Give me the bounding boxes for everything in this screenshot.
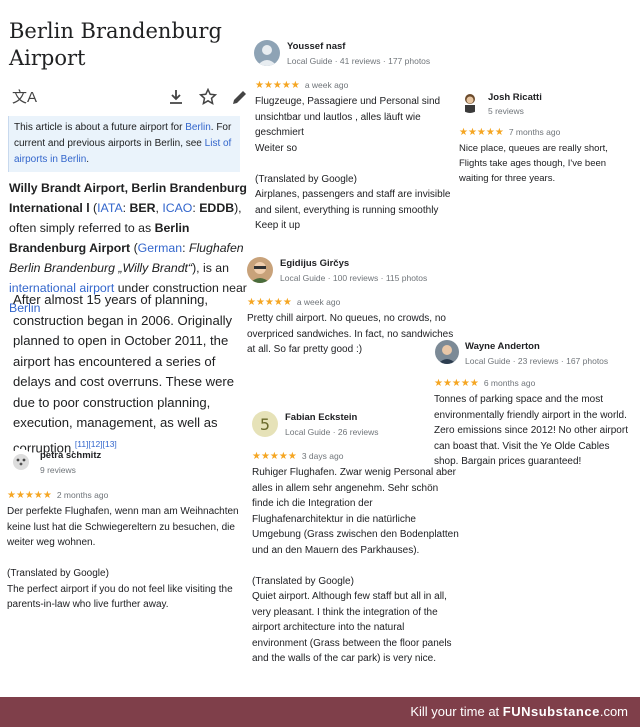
review-date: 7 months ago bbox=[508, 127, 561, 137]
reviewer-meta: Local Guide · 26 reviews bbox=[285, 427, 379, 437]
lead-text: : bbox=[182, 241, 189, 255]
watermark-brand: FUNsubstance bbox=[502, 704, 600, 719]
edit-pencil-icon[interactable] bbox=[231, 88, 247, 112]
reviewer-meta: Local Guide · 100 reviews · 115 photos bbox=[280, 273, 428, 283]
citation-links[interactable]: [11][12][13] bbox=[75, 439, 117, 449]
review-text: Nice place, queues are really short, Fli… bbox=[459, 143, 608, 184]
reviewer-meta: 9 reviews bbox=[40, 465, 76, 475]
review-text: Ruhiger Flughafen. Zwar wenig Personal a… bbox=[252, 467, 459, 664]
watermark-prefix: Kill your time at bbox=[410, 704, 503, 719]
iata-code: BER bbox=[129, 201, 156, 215]
review-date: a week ago bbox=[296, 297, 341, 307]
berlin-link[interactable]: Berlin bbox=[185, 122, 211, 133]
review-text: Flugzeuge, Passagiere und Personal sind … bbox=[255, 96, 451, 231]
reviewer-name[interactable]: Fabian Eckstein bbox=[285, 412, 357, 423]
lead-text: ( bbox=[89, 201, 98, 215]
review-date: a week ago bbox=[304, 80, 349, 90]
reviewer-name[interactable]: petra schmitz bbox=[40, 450, 101, 461]
reviewer-meta: 5 reviews bbox=[488, 106, 524, 116]
wiki-article-title: Berlin Brandenburg Airport bbox=[9, 19, 222, 70]
star-rating: ★★★★★ bbox=[252, 451, 297, 462]
review-date: 6 months ago bbox=[483, 378, 536, 388]
reviewer-meta: Local Guide · 23 reviews · 167 photos bbox=[465, 356, 609, 366]
star-rating: ★★★★★ bbox=[459, 127, 504, 138]
hatnote-text: . bbox=[86, 154, 90, 165]
watchlist-star-icon[interactable] bbox=[198, 87, 218, 112]
reviewer-name[interactable]: Josh Ricatti bbox=[488, 92, 542, 103]
icao-link[interactable]: ICAO bbox=[162, 201, 192, 215]
review-rating: ★★★★★ a week ago bbox=[255, 80, 348, 91]
reviewer-name[interactable]: Egidijus Girčys bbox=[280, 258, 349, 269]
iata-link[interactable]: IATA bbox=[97, 201, 123, 215]
watermark-suffix: .com bbox=[599, 704, 628, 719]
hatnote-text: This article is about a future airport f… bbox=[14, 122, 186, 133]
avatar[interactable] bbox=[8, 449, 34, 475]
review-rating: ★★★★★ 3 days ago bbox=[252, 451, 343, 462]
star-rating: ★★★★★ bbox=[434, 378, 479, 389]
review-rating: ★★★★★ 7 months ago bbox=[459, 127, 560, 138]
review-text: Pretty chill airport. No queues, no crow… bbox=[247, 313, 454, 355]
wiki-toolbar: 文A bbox=[10, 87, 247, 112]
hatnote: This article is about a future airport f… bbox=[8, 116, 240, 172]
review-rating: ★★★★★ 2 months ago bbox=[7, 490, 108, 501]
reviewer-name[interactable]: Wayne Anderton bbox=[465, 341, 540, 352]
download-icon[interactable] bbox=[168, 88, 184, 112]
avatar[interactable] bbox=[254, 40, 280, 66]
lead-text: : bbox=[122, 201, 130, 215]
avatar[interactable] bbox=[435, 340, 459, 364]
review-rating: ★★★★★ 6 months ago bbox=[434, 378, 535, 389]
german-link[interactable]: German bbox=[138, 241, 182, 255]
lead-text: ( bbox=[130, 241, 138, 255]
watermark-text: Kill your time at FUNsubstance.com bbox=[410, 704, 628, 719]
review-text: Tonnes of parking space and the most env… bbox=[434, 394, 628, 467]
lead-text: ), is an bbox=[192, 261, 229, 275]
language-icon[interactable]: 文A bbox=[12, 88, 37, 108]
reviewer-name[interactable]: Youssef nasf bbox=[287, 41, 345, 52]
watermark-banner: Kill your time at FUNsubstance.com bbox=[0, 697, 640, 727]
avatar[interactable]: 5 bbox=[252, 411, 278, 437]
avatar[interactable] bbox=[459, 91, 481, 113]
avatar[interactable] bbox=[247, 257, 273, 283]
svg-text:5: 5 bbox=[260, 415, 270, 434]
reviewer-meta: Local Guide · 41 reviews · 177 photos bbox=[287, 56, 431, 66]
star-rating: ★★★★★ bbox=[7, 490, 52, 501]
star-rating: ★★★★★ bbox=[255, 80, 300, 91]
review-rating: ★★★★★ a week ago bbox=[247, 297, 340, 308]
review-date: 3 days ago bbox=[301, 451, 344, 461]
review-date: 2 months ago bbox=[56, 490, 109, 500]
history-paragraph: After almost 15 years of planning, const… bbox=[13, 290, 253, 458]
history-text: After almost 15 years of planning, const… bbox=[13, 292, 235, 455]
star-rating: ★★★★★ bbox=[247, 297, 292, 308]
review-text: Der perfekte Flughafen, wenn man am Weih… bbox=[7, 506, 239, 610]
icao-code: EDDB bbox=[199, 201, 235, 215]
